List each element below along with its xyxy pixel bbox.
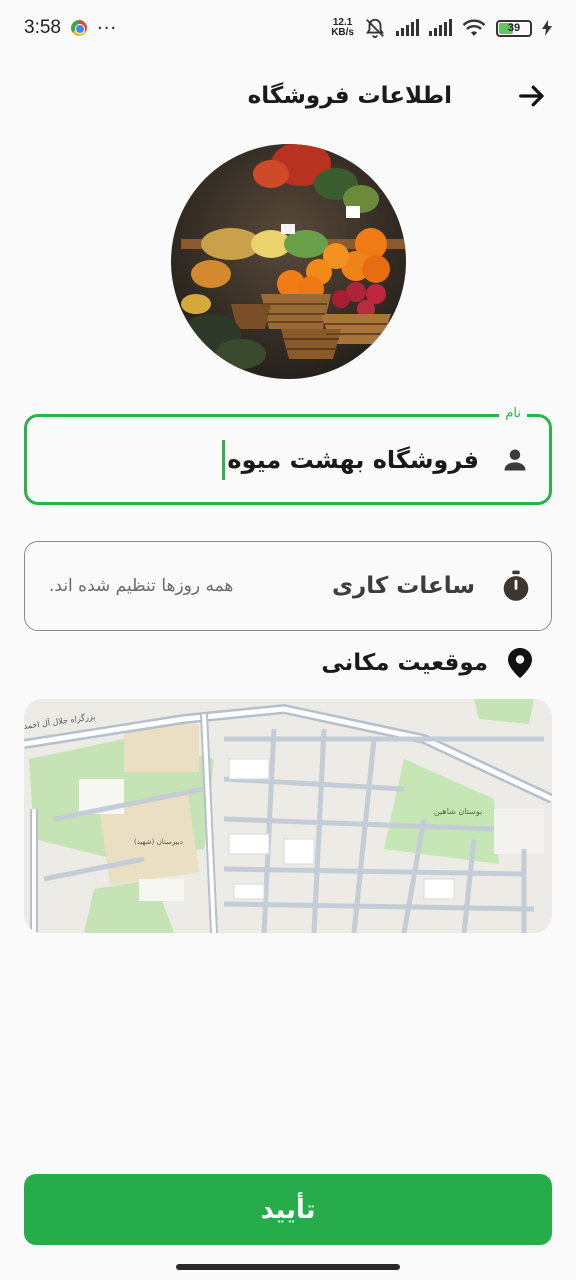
signal-1-icon xyxy=(396,19,419,36)
text-cursor xyxy=(222,439,226,480)
store-name-field[interactable]: نام فروشگاه بهشت میوه xyxy=(24,406,552,505)
location-map[interactable]: بزرگراه جلال آل احمد بوستان شاهین دبیرست… xyxy=(24,699,552,933)
home-indicator[interactable] xyxy=(176,1264,400,1270)
screen: 3:58 ··· 12.1 KB/s 39 اطلاعات فروشگاه نا… xyxy=(0,0,576,1280)
wifi-icon xyxy=(462,19,486,36)
page-title: اطلاعات فروشگاه xyxy=(247,83,452,109)
battery-icon: 39 xyxy=(496,19,532,37)
mute-bell-icon xyxy=(365,18,385,39)
person-icon xyxy=(504,449,526,470)
store-name-input[interactable]: فروشگاه بهشت میوه xyxy=(222,439,479,480)
stopwatch-icon xyxy=(503,570,529,601)
working-hours-field[interactable]: ساعات کاری همه روزها تنظیم شده اند. xyxy=(24,541,552,631)
status-time: 3:58 xyxy=(24,17,61,38)
map-tiles: بزرگراه جلال آل احمد بوستان شاهین دبیرست… xyxy=(24,699,552,933)
chrome-icon xyxy=(70,20,87,36)
charging-icon xyxy=(542,20,552,36)
header-title-group: اطلاعات فروشگاه xyxy=(248,76,552,116)
working-hours-value: همه روزها تنظیم شده اند. xyxy=(49,576,234,596)
status-bar: 3:58 ··· 12.1 KB/s 39 xyxy=(0,0,576,56)
more-notifications-icon: ··· xyxy=(96,17,118,39)
status-left: 3:58 ··· xyxy=(24,17,117,39)
store-photo[interactable] xyxy=(171,144,406,379)
store-name-value: فروشگاه بهشت میوه xyxy=(227,445,479,474)
arrow-right-icon xyxy=(519,85,544,107)
header: اطلاعات فروشگاه xyxy=(24,70,552,122)
back-button[interactable] xyxy=(512,76,552,116)
network-speed-unit: KB/s xyxy=(331,27,354,38)
confirm-button[interactable]: تأیید xyxy=(24,1174,552,1245)
location-pin-icon xyxy=(508,648,532,678)
store-name-label: نام xyxy=(499,406,527,421)
location-row: موقعیت مکانی xyxy=(321,640,532,686)
status-right: 12.1 KB/s 39 xyxy=(331,17,552,39)
network-speed: 12.1 KB/s xyxy=(331,18,354,38)
location-label: موقعیت مکانی xyxy=(321,650,488,676)
battery-level: 39 xyxy=(507,22,521,34)
map-label-park: بوستان شاهین xyxy=(434,807,482,816)
fruit-stand-image xyxy=(171,144,406,379)
confirm-button-label: تأیید xyxy=(260,1194,316,1225)
signal-2-icon xyxy=(429,19,452,36)
map-label-school: دبیرستان (شهید) xyxy=(134,838,183,846)
working-hours-label: ساعات کاری xyxy=(331,573,475,599)
